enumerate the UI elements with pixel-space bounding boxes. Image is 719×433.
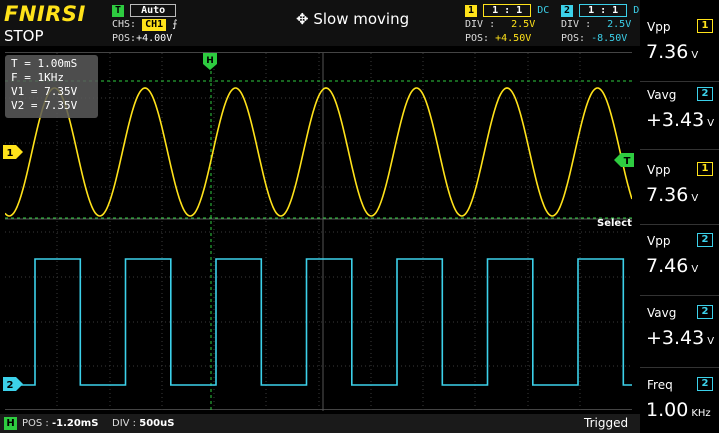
ch2-pos-label: POS:: [561, 33, 586, 44]
trigger-pos-value: +4.00V: [136, 33, 173, 44]
measurement-channel: 2: [697, 377, 713, 391]
measurement-2[interactable]: Vavg 2 +3.43 V: [640, 82, 719, 150]
ch1-div-label: DIV :: [465, 19, 496, 30]
trigger-level-marker[interactable]: T: [614, 153, 634, 167]
trigger-mode[interactable]: Auto: [130, 4, 177, 17]
measurement-info-box: T = 1.00mS F = 1KHz V1 = 7.35V V2 = 7.35…: [5, 55, 98, 118]
ch1-level-marker[interactable]: 1: [3, 145, 23, 159]
trigger-edge-icon[interactable]: ⨍: [172, 19, 177, 30]
svg-text:1: 1: [7, 148, 14, 159]
timebase-position[interactable]: POS : -1.20mS: [22, 418, 98, 429]
measurement-name: Freq: [647, 378, 673, 392]
timebase-div-value: 500uS: [139, 418, 175, 429]
timebase-div-label: DIV :: [112, 418, 137, 429]
move-cross-icon: ✥: [296, 10, 309, 28]
info-frequency: F = 1KHz: [11, 71, 64, 84]
trigger-source-value[interactable]: CH1: [142, 19, 167, 31]
timebase-pos-value: -1.20mS: [51, 418, 99, 429]
info-v2: V2 = 7.35V: [11, 99, 78, 112]
measurement-channel: 2: [697, 87, 713, 101]
ch2-pos-value: -8.50V: [591, 33, 628, 44]
bottom-status-bar: H POS : -1.20mS DIV : 500uS Trigged: [0, 414, 719, 433]
ch1-waveform: [5, 87, 632, 217]
horizontal-position-marker[interactable]: H: [203, 53, 217, 70]
timebase-pos-label: POS :: [22, 418, 49, 429]
measurement-value: 7.36 V: [646, 41, 699, 63]
measurement-name: Vavg: [647, 88, 677, 102]
measurement-3[interactable]: Vpp 1 7.36 V: [640, 157, 719, 225]
info-period: T = 1.00mS: [11, 57, 78, 70]
mode-indicator: ✥ Slow moving: [296, 10, 409, 28]
mode-text: Slow moving: [313, 10, 410, 28]
trigger-tag: T: [112, 5, 125, 17]
timebase-division[interactable]: DIV : 500uS: [112, 418, 174, 429]
measurement-4[interactable]: Vpp 2 7.46 V: [640, 228, 719, 296]
svg-text:H: H: [206, 56, 214, 66]
ch1-pos-label: POS:: [465, 33, 490, 44]
waveform-svg: [5, 53, 632, 411]
trigger-pos-label: POS:: [112, 33, 137, 44]
trigger-status: Trigged: [584, 416, 629, 430]
measurement-6[interactable]: Freq 2 1.00 KHz: [640, 372, 719, 433]
measurement-value: 7.46 V: [646, 255, 699, 277]
measurement-channel: 1: [697, 19, 713, 33]
measurement-channel: 1: [697, 162, 713, 176]
measurement-1[interactable]: Vpp 1 7.36 V: [640, 14, 719, 82]
waveform-display[interactable]: [5, 52, 632, 411]
measurement-value: 7.36 V: [646, 184, 699, 206]
ch2-div-value: 2.5V: [607, 19, 632, 30]
measurement-value: 1.00 KHz: [646, 399, 711, 421]
run-state-button[interactable]: STOP: [4, 27, 44, 45]
ch2-tag: 2: [561, 5, 574, 17]
measurement-5[interactable]: Vavg 2 +3.43 V: [640, 300, 719, 368]
top-status-bar: FNIRSI STOP T Auto CHS: CH1 ⨍ POS:+4.00V…: [0, 0, 719, 46]
measurement-channel: 2: [697, 233, 713, 247]
brand-logo: FNIRSI: [4, 2, 86, 26]
svg-text:T: T: [624, 156, 631, 167]
graticule: [5, 53, 632, 411]
ch1-coupling[interactable]: DC: [537, 5, 549, 16]
select-label[interactable]: Select: [597, 218, 632, 229]
trigger-source-label: CHS:: [112, 19, 137, 30]
ch2-probe[interactable]: 1 : 1: [579, 4, 628, 17]
ch2-level-marker[interactable]: 2: [3, 377, 23, 391]
measurement-panel: Vpp 1 7.36 V Vavg 2 +3.43 V Vpp 1 7.36 V Vp…: [640, 0, 719, 433]
measurement-name: Vavg: [647, 306, 677, 320]
measurement-value: +3.43 V: [646, 327, 715, 349]
svg-text:2: 2: [7, 380, 14, 391]
horizontal-tag: H: [4, 417, 17, 430]
ch1-tag: 1: [465, 5, 478, 17]
info-v1: V1 = 7.35V: [11, 85, 78, 98]
ch1-pos-value: +4.50V: [495, 33, 532, 44]
ch2-div-label: DIV :: [561, 19, 592, 30]
measurement-name: Vpp: [647, 163, 671, 177]
measurement-name: Vpp: [647, 234, 671, 248]
ch1-probe[interactable]: 1 : 1: [483, 4, 532, 17]
ch1-div-value: 2.5V: [511, 19, 536, 30]
measurement-name: Vpp: [647, 20, 671, 34]
measurement-value: +3.43 V: [646, 109, 715, 131]
measurement-channel: 2: [697, 305, 713, 319]
